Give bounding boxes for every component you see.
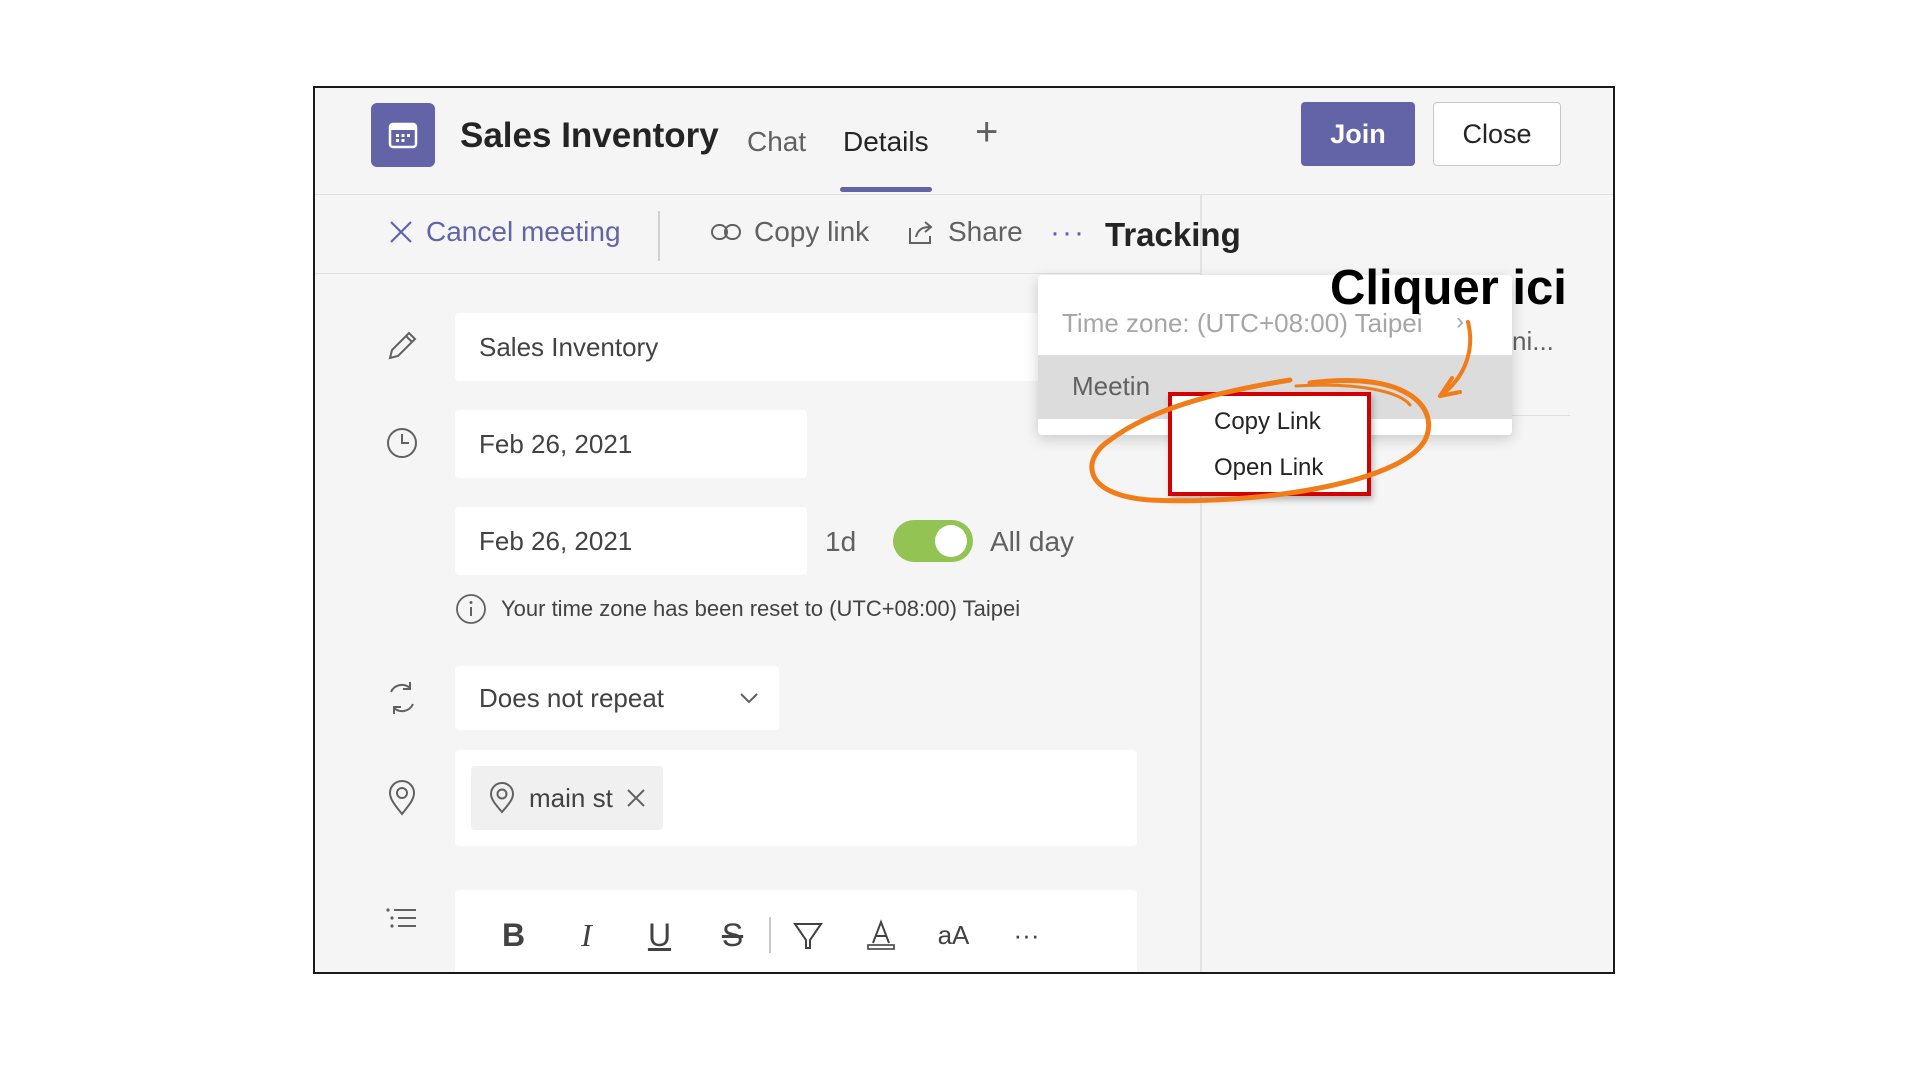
- cancel-meeting-label: Cancel meeting: [426, 216, 621, 247]
- repeat-icon: [390, 682, 414, 714]
- repeat-value: Does not repeat: [479, 682, 665, 713]
- underline-button[interactable]: U: [623, 905, 696, 965]
- annotation-callout: Cliquer ici: [1330, 261, 1567, 315]
- tracking-truncated-text: ni...: [1512, 326, 1554, 356]
- pencil-icon: [388, 331, 417, 360]
- start-date-picker[interactable]: Feb 26, 2021: [455, 410, 807, 478]
- join-button[interactable]: Join: [1301, 102, 1415, 166]
- share-button[interactable]: Share: [906, 216, 1023, 248]
- close-icon: [390, 221, 412, 243]
- cancel-meeting-button[interactable]: Cancel meeting: [388, 216, 621, 248]
- location-icon: [388, 780, 416, 816]
- duration-label: 1d: [825, 526, 857, 557]
- font-color-button[interactable]: [844, 905, 917, 965]
- copy-link-button[interactable]: Copy link: [710, 216, 869, 248]
- calendar-app-icon: [371, 103, 435, 167]
- highlighter-icon: [792, 923, 823, 949]
- clock-icon: [387, 428, 417, 458]
- toolbar-divider: [315, 273, 1200, 274]
- close-button[interactable]: Close: [1433, 102, 1561, 166]
- timezone-notice-text: Your time zone has been reset to (UTC+08…: [501, 596, 1021, 621]
- rich-text-toolbar: B I U S aA ···: [455, 890, 1137, 972]
- meeting-title: Sales Inventory: [460, 116, 719, 155]
- toolbar-separator: [658, 211, 660, 261]
- menu-item-meeting-label: Meetin: [1072, 371, 1151, 401]
- info-icon: [456, 594, 486, 624]
- italic-button[interactable]: I: [550, 905, 623, 965]
- location-chip: main st: [471, 766, 663, 830]
- location-chip-label: main st: [529, 782, 613, 813]
- bold-button[interactable]: B: [477, 905, 550, 965]
- tab-chat[interactable]: Chat: [747, 126, 806, 158]
- header-divider: [315, 194, 1613, 195]
- end-date-picker[interactable]: Feb 26, 2021: [455, 507, 807, 575]
- all-day-toggle[interactable]: [893, 520, 973, 562]
- more-options-button[interactable]: ···: [1050, 216, 1086, 250]
- add-tab-icon[interactable]: +: [975, 112, 998, 152]
- strikethrough-button[interactable]: S: [696, 905, 769, 965]
- font-size-button[interactable]: aA: [917, 905, 990, 965]
- all-day-label: All day: [990, 526, 1075, 557]
- meeting-details-window: Sales Inventory Chat Details + Join Clos…: [313, 86, 1615, 974]
- share-label: Share: [948, 216, 1023, 247]
- open-link-menu-item[interactable]: Open Link: [1214, 454, 1323, 482]
- share-icon: [909, 221, 933, 244]
- more-formatting-button[interactable]: ···: [990, 905, 1063, 965]
- active-tab-indicator: [840, 187, 932, 192]
- chevron-down-icon: [740, 693, 758, 704]
- description-list-icon: [386, 908, 416, 928]
- link-submenu: Copy Link Open Link: [1168, 392, 1371, 496]
- location-pin-icon: [489, 782, 515, 814]
- highlight-button[interactable]: [771, 905, 844, 965]
- location-input[interactable]: main st: [455, 750, 1137, 846]
- calendar-icon: [388, 122, 418, 149]
- tab-details[interactable]: Details: [843, 126, 929, 158]
- copy-link-label: Copy link: [754, 216, 870, 247]
- remove-location-icon[interactable]: [625, 787, 647, 809]
- tracking-heading: Tracking: [1105, 216, 1241, 253]
- timezone-notice: Your time zone has been reset to (UTC+08…: [455, 593, 1020, 625]
- copy-link-menu-item[interactable]: Copy Link: [1214, 408, 1321, 436]
- repeat-dropdown[interactable]: Does not repeat: [455, 666, 779, 730]
- font-color-icon: [866, 919, 895, 950]
- link-icon: [711, 224, 741, 240]
